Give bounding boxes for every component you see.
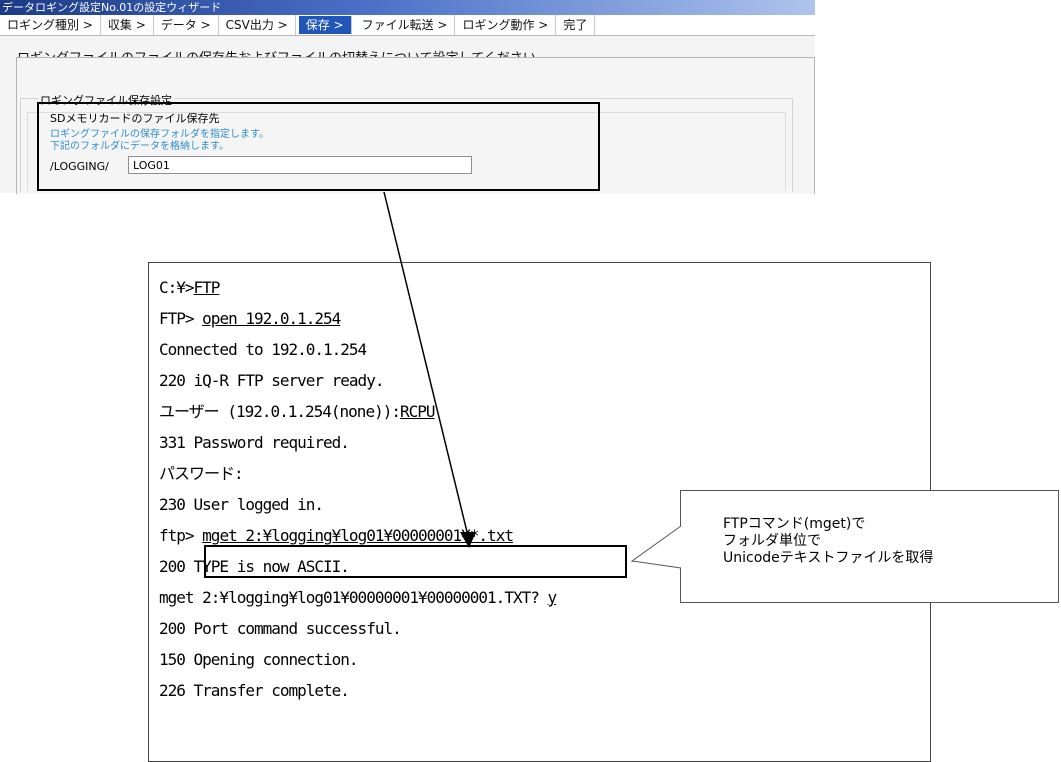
arrow-head xyxy=(460,532,476,548)
callout-tail xyxy=(630,525,682,569)
arrow-line xyxy=(383,191,469,537)
connector-arrow xyxy=(383,191,682,569)
